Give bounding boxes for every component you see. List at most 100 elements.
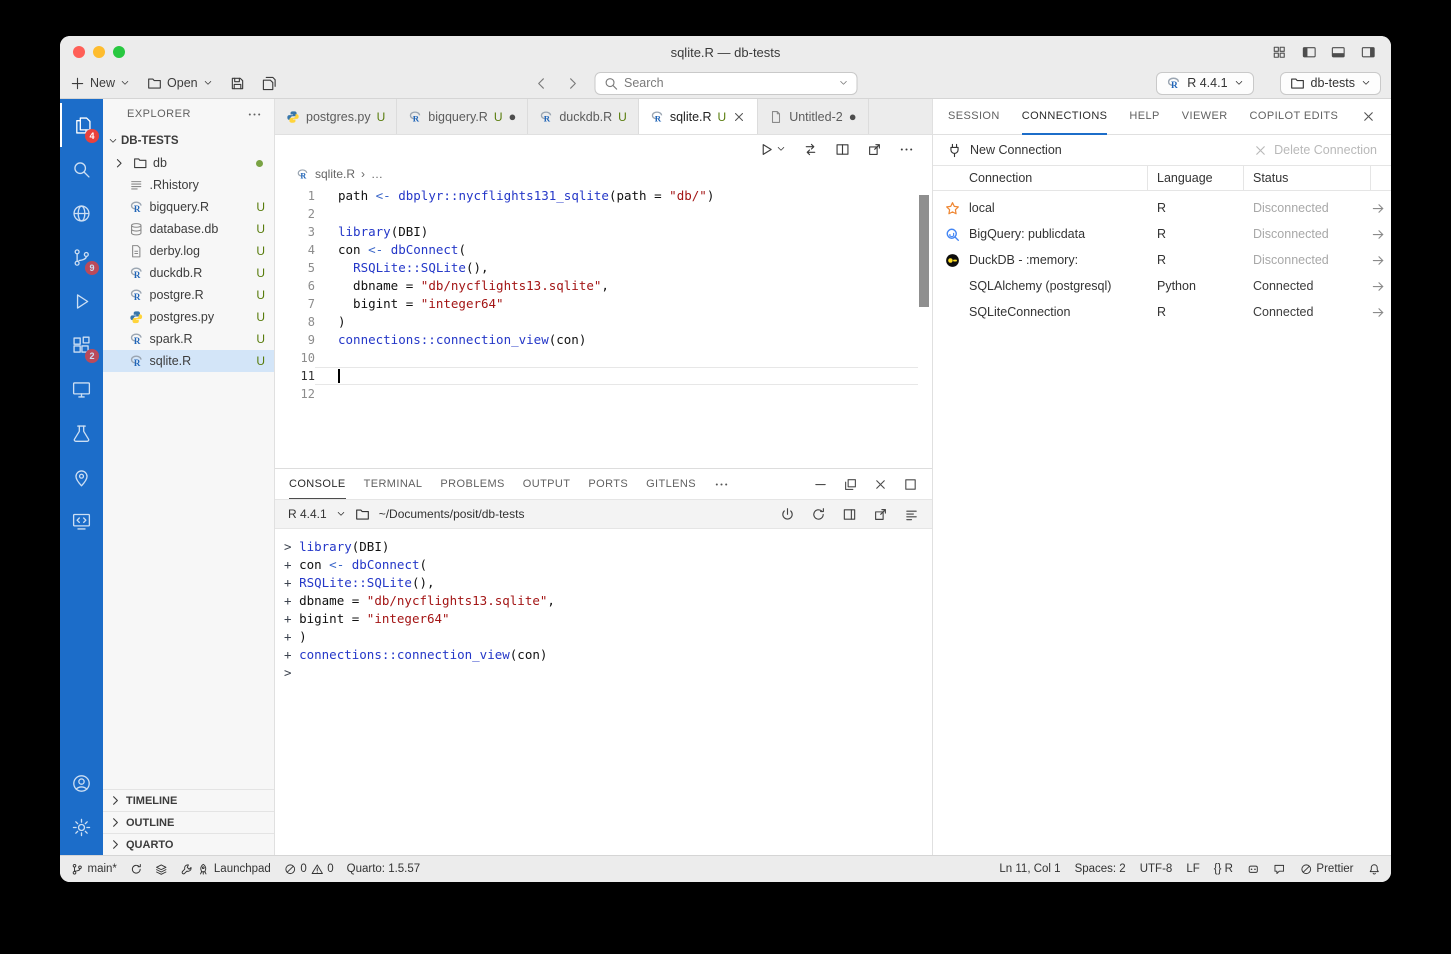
search-input[interactable]: Search [594, 72, 857, 95]
sidebar-section-timeline[interactable]: TIMELINE [103, 789, 274, 811]
explorer-item-spark-r[interactable]: Rspark.RU [103, 328, 274, 350]
clear-console-icon[interactable] [904, 507, 919, 522]
more-actions-icon[interactable] [247, 107, 262, 122]
activity-remote-explorer[interactable] [60, 499, 103, 543]
tab-duckdb-r[interactable]: Rduckdb.RU [528, 99, 638, 134]
activity-testing[interactable] [60, 411, 103, 455]
connection-row-bigquery-publicdata[interactable]: BigQuery: publicdataRDisconnected [933, 221, 1391, 247]
notifications-bell-icon[interactable] [1368, 863, 1381, 876]
save-all-icon[interactable] [262, 76, 277, 91]
tab-untitled-2[interactable]: Untitled-2● [758, 99, 868, 134]
tab-bigquery-r[interactable]: Rbigquery.RU● [397, 99, 528, 134]
toggle-console-view-icon[interactable] [842, 507, 857, 522]
panel-tab-console[interactable]: CONSOLE [289, 469, 346, 499]
panel-layout-icon[interactable] [903, 477, 918, 492]
open-in-window-icon[interactable] [867, 142, 882, 157]
activity-extensions[interactable]: 2 [60, 323, 103, 367]
tab-postgres-py[interactable]: postgres.pyU [275, 99, 397, 134]
close-tab-icon[interactable] [732, 110, 746, 124]
tab-sqlite-r[interactable]: Rsqlite.RU [639, 99, 758, 134]
panel-tab-output[interactable]: OUTPUT [523, 469, 571, 499]
back-button[interactable] [534, 76, 549, 91]
code-line-2[interactable]: 2 [275, 205, 932, 223]
connection-row-sqlalchemy-postgresql[interactable]: SQLAlchemy (postgresql)PythonConnected [933, 273, 1391, 299]
minimize-window-button[interactable] [93, 46, 105, 58]
activity-settings[interactable] [60, 805, 103, 849]
connection-row-local[interactable]: localRDisconnected [933, 195, 1391, 221]
code-editor[interactable]: 1path <- dbplyr::nycflights131_sqlite(pa… [275, 185, 932, 468]
layers-status-icon[interactable] [155, 863, 168, 876]
toggle-panel-icon[interactable] [1331, 45, 1346, 60]
panel-tab-terminal[interactable]: TERMINAL [364, 469, 423, 499]
shutdown-console-icon[interactable] [780, 507, 795, 522]
close-window-button[interactable] [73, 46, 85, 58]
activity-explorer[interactable]: 4 [60, 103, 103, 147]
code-line-11[interactable]: 11 [275, 367, 932, 385]
sidebar-section-quarto[interactable]: QUARTO [103, 833, 274, 855]
code-line-6[interactable]: 6 dbname = "db/nycflights13.sqlite", [275, 277, 932, 295]
zoom-window-button[interactable] [113, 46, 125, 58]
open-in-editor-icon[interactable] [873, 507, 888, 522]
toggle-sidebar-icon[interactable] [1302, 45, 1317, 60]
explorer-item-derby-log[interactable]: derby.logU [103, 240, 274, 262]
right-tab-session[interactable]: SESSION [948, 99, 1000, 135]
breadcrumb-more[interactable]: … [371, 167, 383, 181]
git-branch-status[interactable]: main* [71, 863, 117, 876]
sync-status-icon[interactable] [130, 863, 143, 876]
editor-scrollbar[interactable] [919, 195, 931, 307]
language-mode-status[interactable]: {} R [1214, 863, 1233, 875]
maximize-panel-icon[interactable] [843, 477, 858, 492]
layout-grid-icon[interactable] [1272, 45, 1287, 60]
code-line-9[interactable]: 9connections::connection_view(con) [275, 331, 932, 349]
code-line-12[interactable]: 12 [275, 385, 932, 403]
column-header-language[interactable]: Language [1148, 166, 1244, 190]
eol-status[interactable]: LF [1186, 863, 1199, 875]
open-button[interactable]: Open [147, 76, 213, 91]
right-tab-help[interactable]: HELP [1129, 99, 1159, 135]
activity-run-debug[interactable] [60, 279, 103, 323]
forward-button[interactable] [565, 76, 580, 91]
activity-help[interactable] [60, 191, 103, 235]
connection-row-sqliteconnection[interactable]: SQLiteConnectionRConnected [933, 299, 1391, 325]
activity-account[interactable] [60, 761, 103, 805]
sidebar-section-outline[interactable]: OUTLINE [103, 811, 274, 833]
activity-search[interactable] [60, 147, 103, 191]
new-button[interactable]: New [70, 76, 130, 91]
code-line-7[interactable]: 7 bigint = "integer64" [275, 295, 932, 313]
code-line-5[interactable]: 5 RSQLite::SQLite(), [275, 259, 932, 277]
restart-console-icon[interactable] [811, 507, 826, 522]
activity-devices[interactable] [60, 367, 103, 411]
right-tab-copilot-edits[interactable]: COPILOT EDITS [1250, 99, 1339, 135]
explorer-item-bigquery-r[interactable]: Rbigquery.RU [103, 196, 274, 218]
close-right-panel-icon[interactable] [1361, 109, 1376, 124]
prettier-status[interactable]: Prettier [1300, 863, 1354, 876]
launchpad-status[interactable]: Launchpad [181, 863, 271, 876]
problems-status[interactable]: 0 0 [284, 863, 334, 876]
more-actions-icon[interactable] [714, 477, 729, 492]
minimize-panel-icon[interactable] [813, 477, 828, 492]
code-line-8[interactable]: 8) [275, 313, 932, 331]
toggle-right-panel-icon[interactable] [1361, 45, 1376, 60]
panel-tab-ports[interactable]: PORTS [588, 469, 628, 499]
explorer-item-db[interactable]: db [103, 152, 274, 174]
save-icon[interactable] [230, 76, 245, 91]
indentation-status[interactable]: Spaces: 2 [1075, 863, 1126, 875]
code-line-4[interactable]: 4con <- dbConnect( [275, 241, 932, 259]
activity-quarto[interactable] [60, 455, 103, 499]
explorer-item-database-db[interactable]: database.dbU [103, 218, 274, 240]
column-header-connection[interactable]: Connection [933, 166, 1148, 190]
code-line-1[interactable]: 1path <- dbplyr::nycflights131_sqlite(pa… [275, 187, 932, 205]
panel-tab-problems[interactable]: PROBLEMS [440, 469, 504, 499]
copilot-icon[interactable] [1247, 863, 1260, 876]
split-editor-icon[interactable] [835, 142, 850, 157]
chevron-down-icon[interactable] [336, 509, 346, 519]
more-actions-icon[interactable] [899, 142, 914, 157]
connect-action[interactable] [1371, 279, 1391, 294]
right-tab-viewer[interactable]: VIEWER [1182, 99, 1228, 135]
right-tab-connections[interactable]: CONNECTIONS [1022, 99, 1108, 135]
breadcrumb[interactable]: R sqlite.R › … [275, 163, 932, 185]
new-connection-button[interactable]: New Connection [970, 143, 1062, 157]
close-panel-icon[interactable] [873, 477, 888, 492]
console-interpreter[interactable]: R 4.4.1 [288, 507, 327, 521]
interpreter-selector[interactable]: R R 4.4.1 [1156, 72, 1253, 95]
